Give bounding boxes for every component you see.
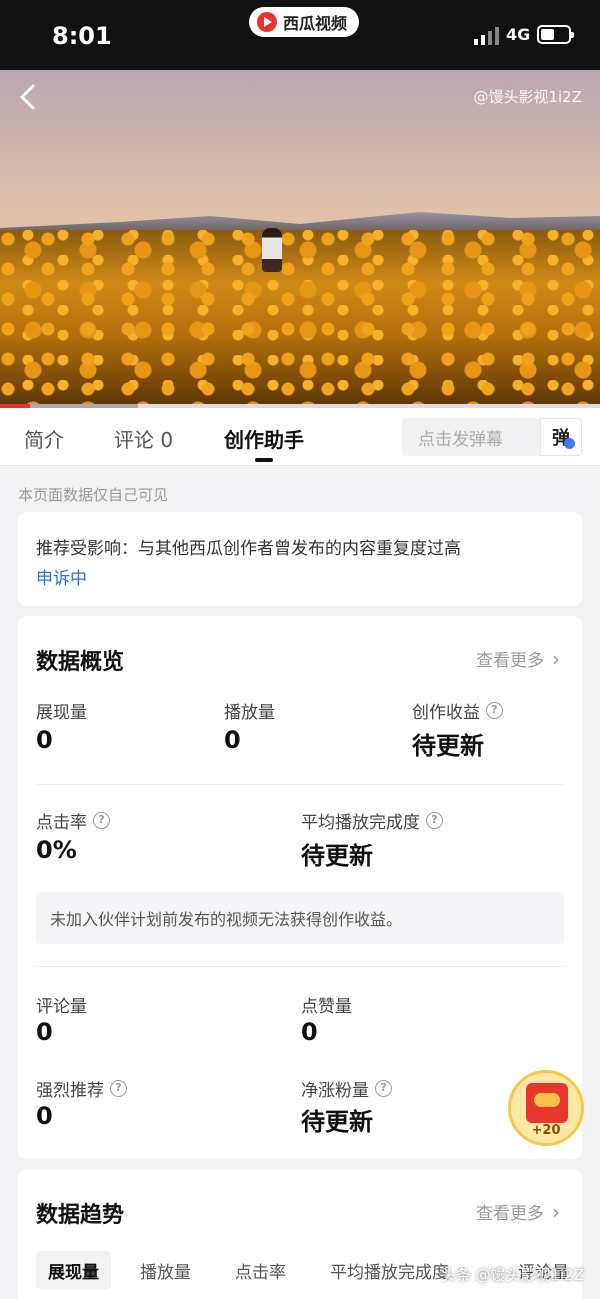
reward-amount: +20 [531, 1123, 561, 1138]
comments-label: 评论量 [36, 997, 87, 1017]
likes-label: 点赞量 [301, 997, 352, 1017]
xigua-logo-icon [257, 12, 277, 32]
overview-more-link[interactable]: 查看更多 [476, 646, 560, 671]
help-icon[interactable]: ? [426, 812, 443, 829]
divider [36, 784, 564, 785]
data-overview-card: 数据概览 查看更多 展现量 0 播放量 0 创作收益? 待更新 点击率? 0% … [18, 616, 582, 1159]
back-icon[interactable] [18, 82, 38, 112]
appeal-status-link[interactable]: 申诉中 [36, 564, 87, 589]
net-fans-label: 净涨粉量? [301, 1076, 392, 1101]
trend-tab-completion[interactable]: 平均播放完成度 [330, 1251, 449, 1289]
video-person [262, 228, 282, 272]
recommend-affected-text: 推荐受影响：与其他西瓜创作者曾发布的内容重复度过高 [36, 539, 461, 559]
video-player[interactable]: @馒头影视1i2Z [0, 70, 600, 406]
video-flower-field [0, 230, 600, 406]
trend-title: 数据趋势 [36, 1203, 125, 1228]
danmu-on-icon [564, 438, 575, 449]
danmu-input[interactable]: 点击发弹幕 [402, 418, 540, 456]
status-bar: 8:01 西瓜视频 4G [0, 0, 600, 70]
help-icon[interactable]: ? [375, 1080, 392, 1097]
network-type: 4G [506, 25, 531, 44]
trend-tab-plays[interactable]: 播放量 [140, 1251, 191, 1289]
plays-value: 0 [224, 726, 241, 754]
tab-creator-assistant[interactable]: 创作助手 [224, 424, 304, 462]
completion-label: 平均播放完成度? [301, 808, 443, 833]
comments-value: 0 [36, 1018, 53, 1046]
red-envelope-icon [526, 1083, 568, 1123]
trend-more-link[interactable]: 查看更多 [476, 1199, 560, 1224]
likes-value: 0 [301, 1018, 318, 1046]
video-watermark: @馒头影视1i2Z [473, 88, 582, 106]
help-icon[interactable]: ? [110, 1080, 127, 1097]
tab-comments[interactable]: 评论 0 [114, 424, 173, 453]
strong-rec-value: 0 [36, 1102, 53, 1130]
privacy-notice: 本页面数据仅自己可见 [18, 486, 169, 504]
trend-tab-ctr[interactable]: 点击率 [235, 1251, 286, 1289]
help-icon[interactable]: ? [486, 702, 503, 719]
plays-label: 播放量 [224, 703, 275, 723]
tab-intro[interactable]: 简介 [24, 424, 64, 453]
app-source-pill[interactable]: 西瓜视频 [249, 7, 360, 37]
earnings-label: 创作收益? [412, 698, 503, 723]
impressions-label: 展现量 [36, 703, 87, 723]
reward-float-button[interactable]: +20 [508, 1070, 584, 1146]
earnings-value: 待更新 [412, 732, 484, 760]
footer-watermark: 头条 @馒头影视1i2Z [440, 1266, 584, 1284]
net-fans-value: 待更新 [301, 1108, 373, 1136]
battery-icon [537, 25, 574, 44]
recommend-status-card: 推荐受影响：与其他西瓜创作者曾发布的内容重复度过高 申诉中 [18, 512, 582, 606]
status-time: 8:01 [52, 22, 112, 50]
impressions-value: 0 [36, 726, 53, 754]
danmu-toggle-button[interactable]: 弹 [540, 418, 582, 456]
ctr-value: 0% [36, 836, 77, 864]
ctr-label: 点击率? [36, 808, 110, 833]
app-source-label: 西瓜视频 [283, 14, 348, 33]
overview-title: 数据概览 [36, 650, 125, 675]
partner-program-note: 未加入伙伴计划前发布的视频无法获得创作收益。 [36, 892, 564, 944]
trend-tab-impressions[interactable]: 展现量 [36, 1251, 111, 1289]
help-icon[interactable]: ? [93, 812, 110, 829]
divider [36, 966, 564, 967]
signal-icon [474, 27, 499, 45]
strong-rec-label: 强烈推荐? [36, 1076, 127, 1101]
completion-value: 待更新 [301, 842, 373, 870]
detail-tabs: 简介 评论 0 创作助手 点击发弹幕 弹 [0, 408, 600, 466]
